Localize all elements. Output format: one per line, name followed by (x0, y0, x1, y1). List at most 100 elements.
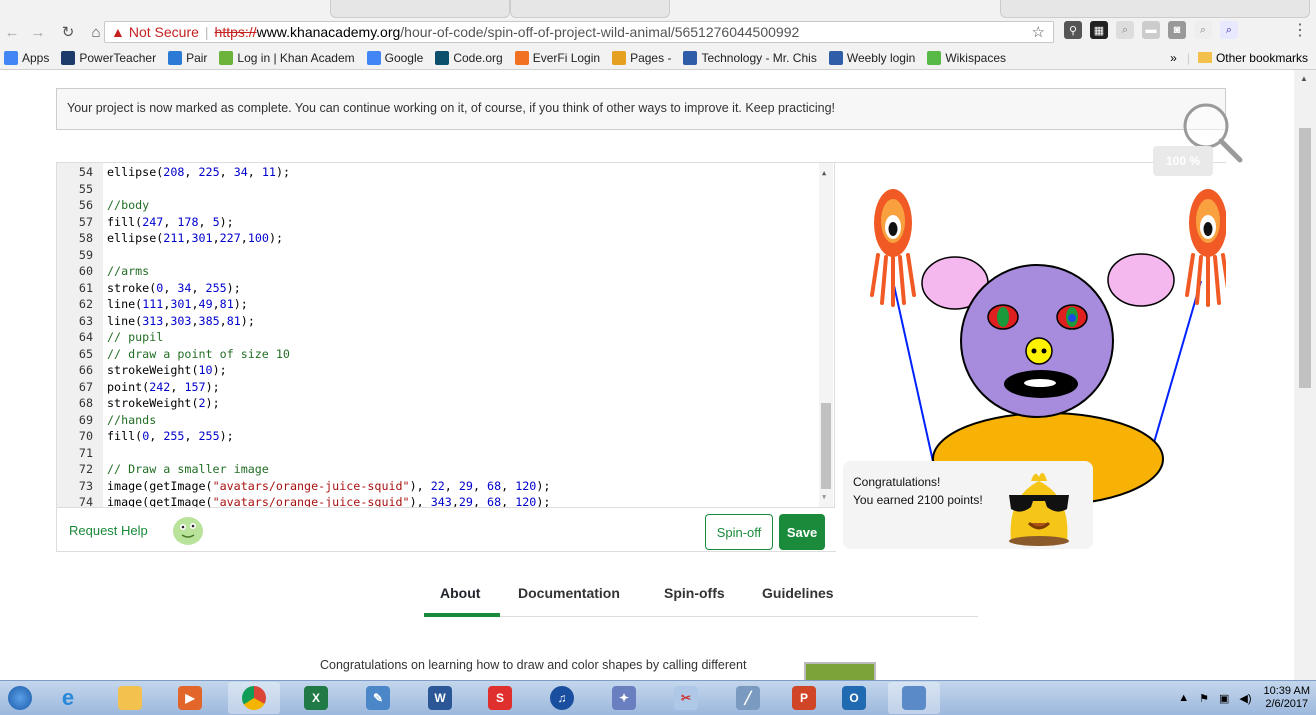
extension-search-icon[interactable]: ⌕ (1116, 21, 1134, 39)
code-line[interactable]: 67 point(242, 157); (57, 379, 220, 396)
extension-icon[interactable]: ⌕ (1220, 21, 1238, 39)
volume-icon[interactable]: ◀) (1239, 692, 1251, 705)
code-line[interactable]: 69 //hands (57, 412, 156, 429)
code-token: , (501, 478, 516, 493)
bookmark-item[interactable]: Pair (168, 50, 207, 65)
bookmark-item[interactable]: Technology - Mr. Chis (683, 50, 817, 65)
taskbar-media[interactable]: ▶ (164, 682, 216, 714)
menu-dots-icon[interactable]: ⋮ (1292, 20, 1308, 40)
code-editor[interactable]: ▲ ▼ 54 ellipse(208, 225, 34, 11); 55 56//bo… (57, 163, 835, 507)
code-token: //arms (107, 264, 150, 278)
code-line[interactable]: 66 strokeWeight(10); (57, 362, 227, 379)
code-token: ellipse( (107, 231, 164, 245)
code-token: 303 (170, 313, 192, 328)
network-icon[interactable]: ▣ (1219, 692, 1229, 705)
start-button[interactable] (0, 682, 40, 714)
taskbar-ie[interactable]: e (42, 682, 94, 714)
spin-off-button[interactable]: Spin-off (705, 514, 773, 550)
toolbar: ← → ↻ ⌂ ▲ Not Secure | https:// www.khan… (0, 18, 1316, 46)
home-icon[interactable]: ⌂ (86, 24, 106, 41)
code-line[interactable]: 74 image(getImage("avatars/orange-juice-s… (57, 494, 550, 507)
code-line[interactable]: 58 ellipse(211,301,227,100); (57, 230, 283, 247)
taskbar-outlook[interactable]: O (828, 682, 880, 714)
code-line[interactable]: 70 fill(0, 255, 255); (57, 428, 234, 445)
tab-about[interactable]: About (440, 585, 480, 601)
extension-icon[interactable]: ◙ (1168, 21, 1186, 39)
save-button[interactable]: Save (779, 514, 825, 550)
taskbar-audacity[interactable]: ♫ (536, 682, 588, 714)
bookmark-star-icon[interactable]: ☆ (1032, 23, 1045, 41)
taskbar-moviemaker[interactable]: ✦ (598, 682, 650, 714)
bookmark-item[interactable]: Pages - (612, 50, 671, 65)
code-line[interactable]: 63 line(313,303,385,81); (57, 313, 255, 330)
bookmark-item[interactable]: Google (366, 50, 423, 65)
bookmark-item[interactable]: Wikispaces (927, 50, 1006, 65)
bookmark-item[interactable]: Code.org (435, 50, 503, 65)
code-line[interactable]: 56 //body (57, 197, 149, 214)
bookmarks-overflow[interactable]: » (1170, 51, 1177, 65)
code-token: stroke( (107, 280, 157, 295)
editor-scroll-thumb[interactable] (821, 403, 831, 489)
taskbar-snipping[interactable]: ✂ (660, 682, 712, 714)
code-line[interactable]: 61 stroke(0, 34, 255); (57, 280, 241, 297)
code-line[interactable]: 65 // draw a point of size 10 (57, 346, 290, 363)
code-line[interactable]: 60 //arms (57, 263, 149, 280)
scroll-up-icon[interactable]: ▲ (1300, 74, 1308, 83)
other-bookmarks[interactable]: Other bookmarks (1216, 51, 1308, 65)
bookmark-item[interactable]: EverFi Login (514, 50, 600, 65)
tray-expand-icon[interactable]: ▲ (1178, 692, 1189, 704)
page-scrollbar[interactable]: ▲ (1294, 70, 1316, 680)
tab-spin-offs[interactable]: Spin-offs (664, 585, 725, 601)
taskbar-app[interactable]: S (474, 682, 526, 714)
bookmark-item[interactable]: PowerTeacher (61, 50, 156, 65)
zoom-level[interactable]: 100 % (1153, 146, 1213, 176)
browser-tab[interactable] (1000, 0, 1310, 18)
browser-tab[interactable] (510, 0, 670, 18)
bookmark-item[interactable]: Log in | Khan Academ (219, 50, 355, 65)
code-token: 111 (142, 297, 164, 311)
back-icon[interactable]: ← (2, 24, 22, 41)
code-line[interactable]: 68 strokeWeight(2); (57, 395, 220, 412)
extension-grid-icon[interactable]: ▦ (1090, 21, 1108, 39)
taskbar-chrome[interactable] (228, 682, 280, 714)
bookmark-item[interactable]: Weebly login (828, 50, 915, 65)
extension-icon[interactable]: ⌕ (1194, 21, 1212, 39)
code-line[interactable]: 57 fill(247, 178, 5); (57, 214, 234, 231)
code-line[interactable]: 55 (57, 181, 107, 198)
forward-icon[interactable]: → (28, 24, 48, 41)
bookmarks-bar: Apps PowerTeacher Pair Log in | Khan Academ… (0, 46, 1316, 70)
code-token: , (191, 280, 206, 295)
code-line[interactable]: 73 image(getImage("avatars/orange-juice-s… (57, 478, 550, 495)
tab-guidelines[interactable]: Guidelines (762, 585, 834, 601)
taskbar-word[interactable]: W (414, 682, 466, 714)
tab-documentation[interactable]: Documentation (518, 585, 620, 601)
editor-scrollbar[interactable]: ▲ ▼ (819, 163, 833, 507)
clock[interactable]: 10:39 AM 2/6/2017 (1264, 685, 1310, 711)
code-line[interactable]: 71 (57, 445, 107, 462)
bookmark-item[interactable]: Apps (4, 50, 49, 65)
code-line[interactable]: 64 // pupil (57, 329, 163, 346)
page-scroll-thumb[interactable] (1299, 128, 1311, 388)
code-line[interactable]: 59 (57, 247, 107, 264)
taskbar-sketch[interactable]: ╱ (722, 682, 774, 714)
flag-icon[interactable]: ⚑ (1199, 692, 1209, 705)
not-secure-label[interactable]: Not Secure (129, 24, 199, 40)
orange-squid-left (870, 189, 916, 307)
taskbar-powerpoint[interactable]: P (778, 682, 830, 714)
extension-icon[interactable]: ▬ (1142, 21, 1160, 39)
extension-icon[interactable]: ⚲ (1064, 21, 1082, 39)
reload-icon[interactable]: ↻ (58, 23, 78, 41)
scroll-up-icon[interactable]: ▲ (822, 169, 826, 177)
taskbar-window[interactable] (888, 682, 940, 714)
taskbar-journal[interactable]: ✎ (352, 682, 404, 714)
code-line[interactable]: 62 line(111,301,49,81); (57, 296, 248, 313)
url-bar[interactable]: ▲ Not Secure | https:// www.khanacademy.… (104, 21, 1054, 43)
browser-tab[interactable] (330, 0, 510, 18)
scroll-down-icon[interactable]: ▼ (822, 493, 826, 501)
code-line[interactable]: 54 ellipse(208, 225, 34, 11); (57, 164, 290, 181)
taskbar-excel[interactable]: X (290, 682, 342, 714)
code-line[interactable]: 72 // Draw a smaller image (57, 461, 269, 478)
code-token: , (444, 478, 459, 493)
request-help-link[interactable]: Request Help (69, 523, 148, 538)
taskbar-explorer[interactable] (104, 682, 156, 714)
